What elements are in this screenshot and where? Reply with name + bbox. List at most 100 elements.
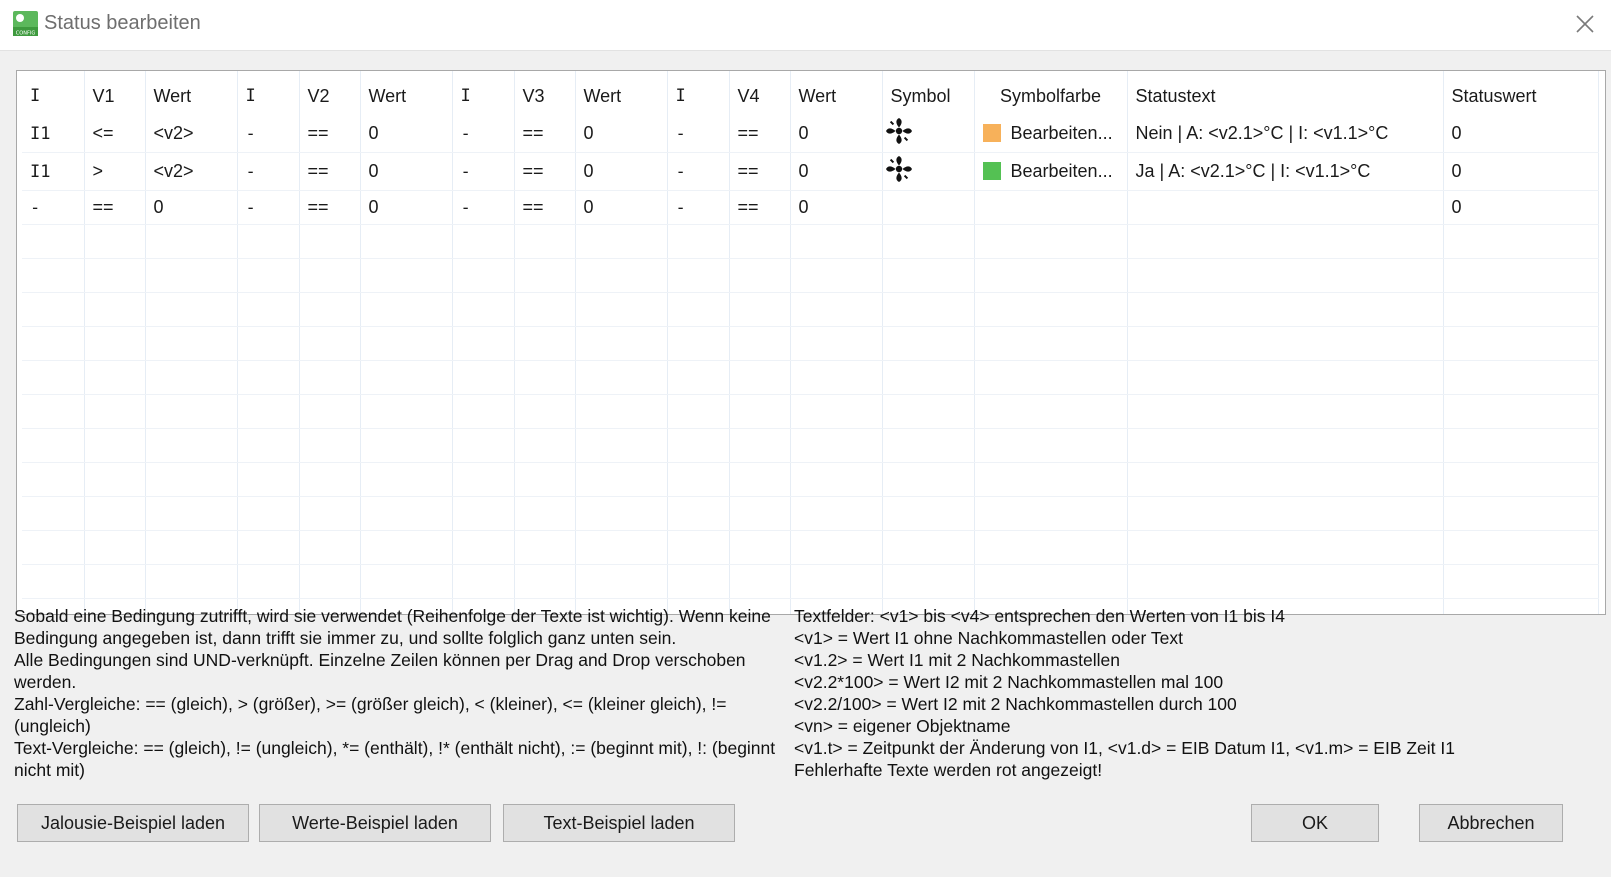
empty-cell[interactable] <box>84 258 146 293</box>
empty-cell[interactable] <box>84 360 146 395</box>
empty-cell[interactable] <box>22 292 85 327</box>
empty-cell[interactable] <box>575 292 668 327</box>
empty-cell[interactable] <box>145 292 238 327</box>
empty-cell[interactable] <box>1443 360 1599 395</box>
color-swatch[interactable] <box>982 124 1001 142</box>
empty-cell[interactable] <box>237 462 300 497</box>
empty-cell[interactable] <box>145 530 238 565</box>
empty-cell[interactable] <box>575 224 668 259</box>
empty-cell[interactable] <box>360 258 453 293</box>
empty-cell[interactable] <box>299 530 361 565</box>
empty-cell[interactable] <box>667 428 730 463</box>
empty-cell[interactable] <box>145 564 238 599</box>
empty-cell[interactable] <box>729 292 791 327</box>
cell-i1[interactable]: - <box>22 190 85 225</box>
cell-v1[interactable]: == <box>84 190 146 225</box>
empty-cell[interactable] <box>667 564 730 599</box>
empty-cell[interactable] <box>237 564 300 599</box>
empty-cell[interactable] <box>360 394 453 429</box>
cell-w1[interactable]: <v2> <box>145 115 238 153</box>
empty-cell[interactable] <box>729 462 791 497</box>
empty-cell[interactable] <box>1127 292 1444 327</box>
empty-cell[interactable] <box>22 326 85 361</box>
empty-cell[interactable] <box>974 258 1128 293</box>
empty-cell[interactable] <box>22 258 85 293</box>
empty-cell[interactable] <box>360 496 453 531</box>
empty-cell[interactable] <box>452 462 515 497</box>
ok-button[interactable]: OK <box>1251 804 1379 842</box>
empty-cell[interactable] <box>974 326 1128 361</box>
empty-table-row[interactable] <box>22 530 1599 565</box>
empty-cell[interactable] <box>237 292 300 327</box>
empty-cell[interactable] <box>667 224 730 259</box>
cell-w4[interactable]: 0 <box>790 190 883 225</box>
empty-cell[interactable] <box>22 428 85 463</box>
cell-i2[interactable]: - <box>237 152 300 191</box>
empty-cell[interactable] <box>882 292 975 327</box>
cell-symbol[interactable] <box>882 115 975 153</box>
empty-table-row[interactable] <box>22 496 1599 531</box>
cell-i4[interactable]: - <box>667 115 730 153</box>
column-header-wert3[interactable]: Wert <box>575 71 668 115</box>
empty-cell[interactable] <box>452 258 515 293</box>
empty-cell[interactable] <box>22 394 85 429</box>
cell-w3[interactable]: 0 <box>575 152 668 191</box>
empty-cell[interactable] <box>514 224 576 259</box>
empty-cell[interactable] <box>974 394 1128 429</box>
column-header-i2[interactable]: I <box>237 71 300 115</box>
empty-cell[interactable] <box>452 530 515 565</box>
empty-cell[interactable] <box>360 462 453 497</box>
empty-cell[interactable] <box>1443 258 1599 293</box>
empty-cell[interactable] <box>145 462 238 497</box>
empty-cell[interactable] <box>145 326 238 361</box>
cell-symbol[interactable] <box>882 152 975 191</box>
empty-cell[interactable] <box>882 394 975 429</box>
cell-v3[interactable]: == <box>514 152 576 191</box>
empty-cell[interactable] <box>729 564 791 599</box>
column-header-statustext[interactable]: Statustext <box>1127 71 1444 115</box>
load-jalousie-example-button[interactable]: Jalousie-Beispiel laden <box>17 804 249 842</box>
empty-cell[interactable] <box>1127 428 1444 463</box>
column-header-wert1[interactable]: Wert <box>145 71 238 115</box>
empty-cell[interactable] <box>729 530 791 565</box>
empty-cell[interactable] <box>514 292 576 327</box>
cell-v4[interactable]: == <box>729 152 791 191</box>
empty-cell[interactable] <box>145 428 238 463</box>
empty-cell[interactable] <box>514 530 576 565</box>
empty-cell[interactable] <box>667 462 730 497</box>
empty-cell[interactable] <box>1127 530 1444 565</box>
empty-cell[interactable] <box>22 360 85 395</box>
empty-cell[interactable] <box>514 258 576 293</box>
column-header-i4[interactable]: I <box>667 71 730 115</box>
cell-v1[interactable]: > <box>84 152 146 191</box>
empty-cell[interactable] <box>237 496 300 531</box>
cell-v1[interactable]: <= <box>84 115 146 153</box>
empty-cell[interactable] <box>790 224 883 259</box>
empty-cell[interactable] <box>729 360 791 395</box>
column-header-v3[interactable]: V3 <box>514 71 576 115</box>
empty-cell[interactable] <box>452 428 515 463</box>
empty-cell[interactable] <box>974 428 1128 463</box>
cell-w3[interactable]: 0 <box>575 115 668 153</box>
cell-v3[interactable]: == <box>514 190 576 225</box>
cell-v4[interactable]: == <box>729 115 791 153</box>
empty-cell[interactable] <box>974 462 1128 497</box>
cell-w4[interactable]: 0 <box>790 115 883 153</box>
empty-cell[interactable] <box>84 462 146 497</box>
empty-table-row[interactable] <box>22 258 1599 293</box>
empty-cell[interactable] <box>237 530 300 565</box>
empty-cell[interactable] <box>729 326 791 361</box>
empty-cell[interactable] <box>790 564 883 599</box>
empty-cell[interactable] <box>882 564 975 599</box>
empty-cell[interactable] <box>360 326 453 361</box>
column-header-i3[interactable]: I <box>452 71 515 115</box>
empty-cell[interactable] <box>1127 326 1444 361</box>
cell-statustext[interactable]: Nein | A: <v2.1>°C | I: <v1.1>°C <box>1127 115 1444 153</box>
close-icon[interactable] <box>1573 12 1597 36</box>
empty-cell[interactable] <box>299 292 361 327</box>
empty-table-row[interactable] <box>22 360 1599 395</box>
cell-i4[interactable]: - <box>667 152 730 191</box>
empty-cell[interactable] <box>667 394 730 429</box>
empty-cell[interactable] <box>974 530 1128 565</box>
empty-table-row[interactable] <box>22 394 1599 429</box>
